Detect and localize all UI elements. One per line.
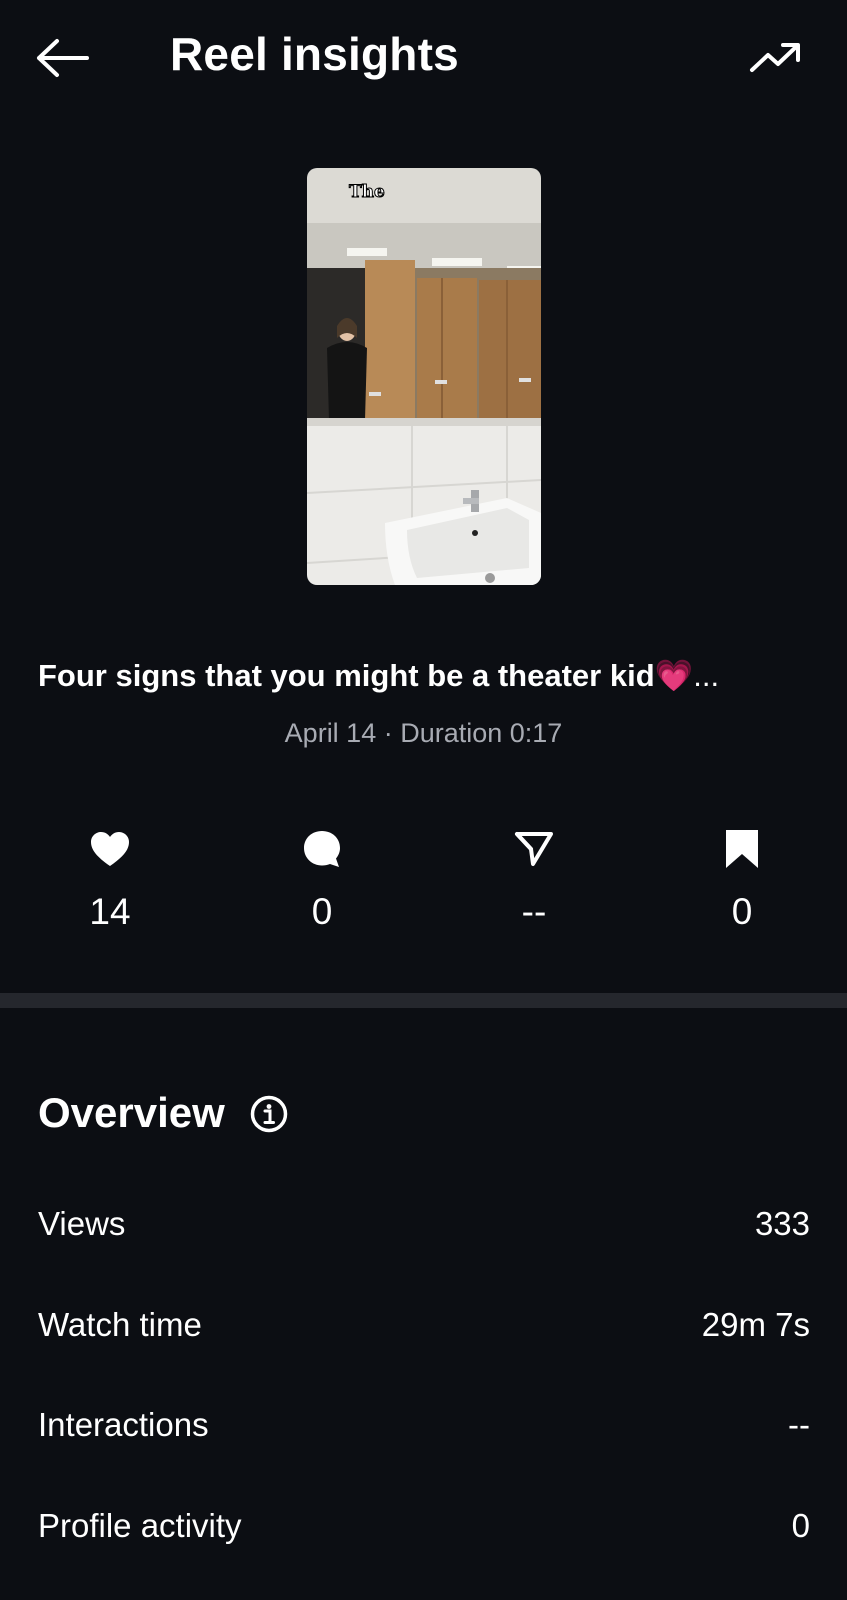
bookmark-icon xyxy=(726,830,758,868)
arrow-left-icon xyxy=(37,39,89,77)
shares-count: -- xyxy=(521,891,547,932)
trends-button[interactable] xyxy=(741,30,811,86)
share-icon xyxy=(515,832,553,866)
stat-likes: 14 xyxy=(50,826,170,934)
reel-meta: April 14 · Duration 0:17 xyxy=(284,718,563,748)
info-icon[interactable] xyxy=(249,1094,289,1134)
row-label: Views xyxy=(38,1205,126,1242)
stat-saves: 0 xyxy=(682,826,802,934)
likes-count: 14 xyxy=(89,891,131,932)
section-divider xyxy=(0,993,847,1008)
top-app-bar: Reel insights xyxy=(0,0,847,110)
row-value: 333 xyxy=(754,1205,810,1242)
reel-thumbnail[interactable]: The xyxy=(307,168,541,585)
row-label: Interactions xyxy=(38,1406,209,1443)
back-button[interactable] xyxy=(28,30,98,86)
overview-row-views[interactable]: Views 333 xyxy=(38,1199,810,1249)
overview-title: Overview xyxy=(38,1089,225,1136)
comments-count: 0 xyxy=(311,891,333,932)
trending-up-icon xyxy=(750,43,800,72)
overview-row-profile-activity[interactable]: Profile activity 0 xyxy=(38,1501,810,1551)
stat-comments: 0 xyxy=(262,826,382,934)
comment-icon xyxy=(304,831,340,867)
thumbnail-overlay-text: The xyxy=(349,182,386,203)
row-label: Watch time xyxy=(38,1306,202,1343)
page-title: Reel insights xyxy=(170,28,459,80)
row-value: 29m 7s xyxy=(701,1306,810,1343)
heart-emoji: 💗 xyxy=(654,658,694,693)
caption-text: Four signs that you might be a theater k… xyxy=(38,658,655,693)
stat-shares: -- xyxy=(474,826,594,934)
row-value: 0 xyxy=(791,1507,810,1544)
reel-caption: Four signs that you might be a theater k… xyxy=(38,652,818,700)
overview-row-interactions[interactable]: Interactions -- xyxy=(38,1400,810,1450)
caption-ellipsis: ... xyxy=(693,658,720,693)
heart-icon xyxy=(91,832,129,866)
overview-row-watch-time[interactable]: Watch time 29m 7s xyxy=(38,1300,810,1350)
row-label: Profile activity xyxy=(38,1507,242,1544)
saves-count: 0 xyxy=(731,891,753,932)
row-value: -- xyxy=(788,1406,810,1443)
